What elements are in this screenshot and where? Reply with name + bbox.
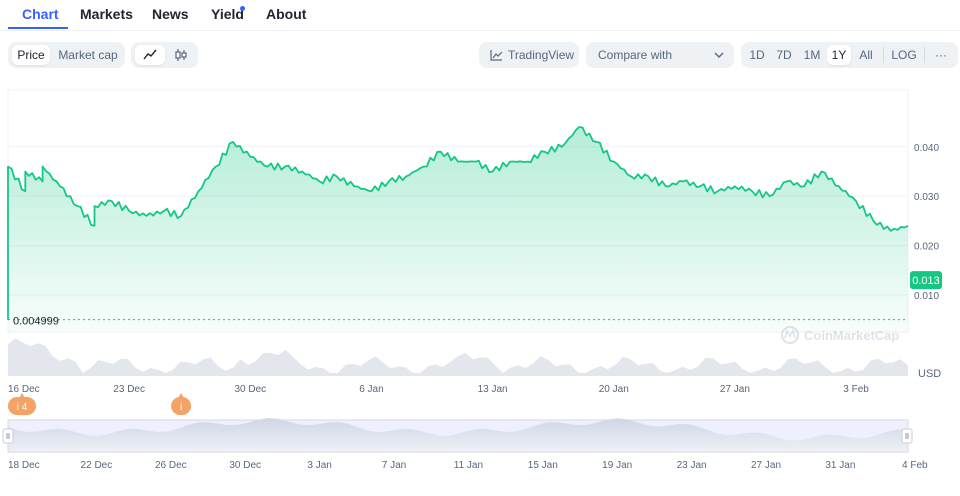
price-chart: 0.040 0.030 0.020 0.010 0.004999 0.013 Coin… — [2, 89, 942, 471]
x-tick-label: 27 Jan — [720, 384, 750, 395]
x-axis: 16 Dec 23 Dec 30 Dec 6 Jan 13 Jan 20 Jan 27 Ja… — [8, 384, 869, 395]
navigator-tick-label: 23 Jan — [677, 460, 707, 471]
x-tick-label: 16 Dec — [8, 384, 40, 395]
range-navigator[interactable] — [2, 418, 913, 453]
navigator-tick-label: 27 Jan — [751, 460, 781, 471]
x-tick-label: 20 Jan — [599, 384, 629, 395]
y-tick-label: 0.030 — [914, 192, 939, 203]
navigator-tick-label: 22 Dec — [81, 460, 113, 471]
currency-label: USD — [918, 368, 941, 380]
navigator-tick-label: 4 Feb — [902, 460, 928, 471]
current-price-badge: 0.013 — [910, 271, 942, 290]
event-marker[interactable]: i 4 — [8, 393, 36, 415]
navigator-right-handle[interactable] — [901, 428, 913, 444]
navigator-axis: 18 Dec 22 Dec 26 Dec 30 Dec 3 Jan 7 Jan 11 Jan… — [8, 460, 928, 471]
marker-label: i — [180, 402, 182, 413]
x-tick-label: 23 Dec — [113, 384, 145, 395]
navigator-left-handle[interactable] — [2, 428, 14, 444]
x-tick-label: 30 Dec — [234, 384, 266, 395]
x-tick-label: 3 Feb — [843, 384, 869, 395]
navigator-tick-label: 15 Jan — [528, 460, 558, 471]
watermark-text: CoinMarketCap — [804, 328, 899, 343]
x-tick-label: 6 Jan — [359, 384, 383, 395]
current-price-label: 0.013 — [912, 275, 940, 287]
event-marker[interactable]: i — [171, 393, 192, 415]
y-tick-label: 0.020 — [914, 242, 939, 253]
price-area — [8, 127, 908, 332]
x-tick-label: 13 Jan — [478, 384, 508, 395]
navigator-tick-label: 18 Dec — [8, 460, 40, 471]
navigator-tick-label: 26 Dec — [155, 460, 187, 471]
navigator-tick-label: 7 Jan — [382, 460, 406, 471]
navigator-tick-label: 30 Dec — [229, 460, 261, 471]
y-tick-label: 0.040 — [914, 143, 939, 154]
navigator-tick-label: 11 Jan — [454, 460, 483, 471]
volume-area — [8, 338, 908, 376]
navigator-tick-label: 19 Jan — [602, 460, 632, 471]
low-price-label: 0.004999 — [13, 316, 59, 328]
y-tick-label: 0.010 — [914, 291, 939, 302]
navigator-tick-label: 3 Jan — [307, 460, 331, 471]
marker-label: i 4 — [17, 402, 28, 413]
event-markers: i 4 i — [8, 393, 192, 415]
navigator-tick-label: 31 Jan — [825, 460, 855, 471]
